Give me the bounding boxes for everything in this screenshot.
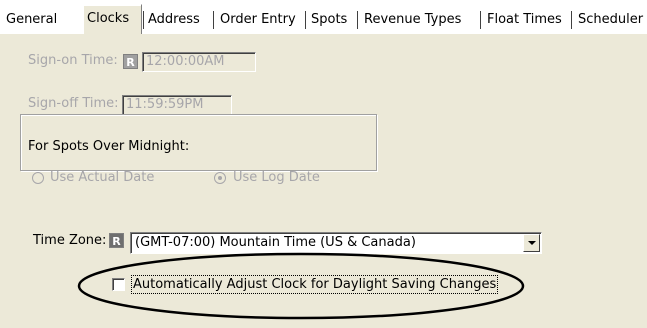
use-log-date-label[interactable]: Use Log Date — [233, 170, 320, 185]
tab-separator — [571, 11, 572, 29]
midnight-group-title: For Spots Over Midnight: — [26, 139, 192, 154]
tab-separator — [305, 11, 306, 29]
tab-revenue-types[interactable]: Revenue Types — [360, 8, 465, 32]
use-actual-date-label[interactable]: Use Actual Date — [50, 170, 154, 185]
tab-scheduler[interactable]: Scheduler — [574, 8, 647, 32]
r-badge-icon: R — [123, 54, 138, 69]
sign-on-time-field[interactable]: 12:00:00AM — [142, 52, 256, 72]
tab-separator — [213, 11, 214, 29]
sign-off-time-field[interactable]: 11:59:59PM — [122, 95, 232, 115]
tab-spots[interactable]: Spots — [307, 8, 351, 32]
tab-order-entry[interactable]: Order Entry — [216, 8, 300, 32]
sign-off-label: Sign-off Time: — [28, 96, 119, 111]
chevron-down-icon — [528, 241, 536, 245]
tab-separator — [480, 11, 481, 29]
r-badge-icon: R — [109, 233, 124, 248]
time-zone-label: Time Zone: — [33, 233, 107, 248]
tab-separator — [357, 11, 358, 29]
time-zone-dropdown-button[interactable] — [523, 234, 540, 252]
use-actual-date-radio[interactable] — [32, 172, 44, 184]
tab-float-times[interactable]: Float Times — [483, 8, 566, 32]
tab-strip: General Clocks Address Order Entry Spots… — [0, 0, 647, 36]
tab-general[interactable]: General — [2, 8, 61, 32]
clocks-dialog: General Clocks Address Order Entry Spots… — [0, 0, 647, 328]
tab-clocks[interactable]: Clocks — [82, 4, 142, 34]
auto-adjust-dst-checkbox[interactable] — [112, 278, 125, 291]
sign-on-label: Sign-on Time: — [28, 53, 118, 68]
auto-adjust-dst-label[interactable]: Automatically Adjust Clock for Daylight … — [130, 275, 499, 294]
time-zone-value: (GMT-07:00) Mountain Time (US & Canada) — [135, 235, 416, 250]
tab-address[interactable]: Address — [144, 8, 204, 32]
radio-selected-dot — [218, 176, 222, 180]
time-zone-select[interactable]: (GMT-07:00) Mountain Time (US & Canada) — [130, 232, 542, 254]
use-log-date-radio[interactable] — [214, 172, 226, 184]
